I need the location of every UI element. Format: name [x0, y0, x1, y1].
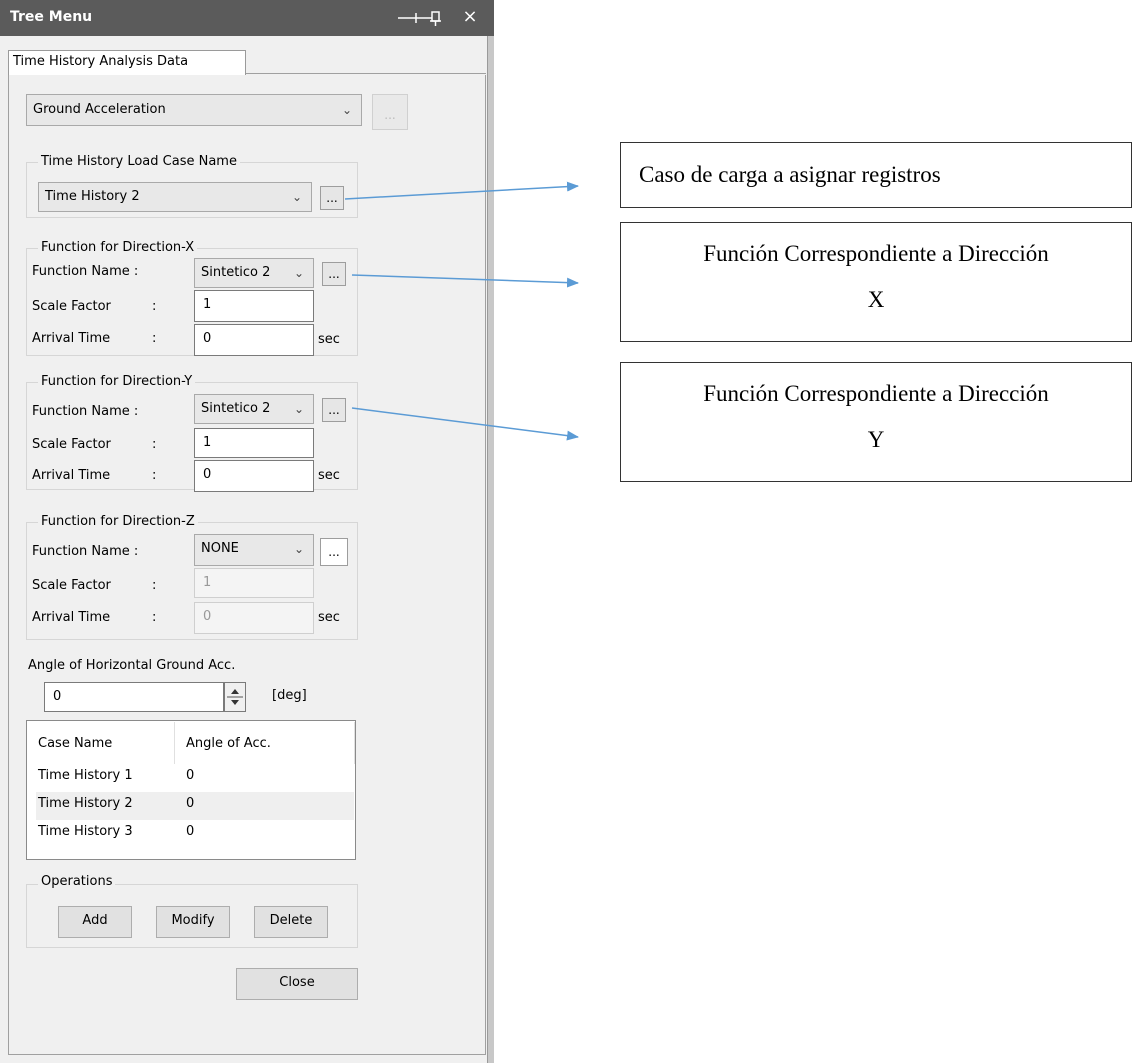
- load-case-annotation-text: Caso de carga a asignar registros: [639, 162, 941, 187]
- direction-y-annotation: Función Correspondiente a Dirección Y: [620, 362, 1132, 482]
- y-annotation-line2: Y: [867, 427, 885, 452]
- direction-x-annotation: Función Correspondiente a Dirección X: [620, 222, 1132, 342]
- y-annotation-line1: Función Correspondiente a Dirección: [703, 381, 1049, 406]
- load-case-annotation: Caso de carga a asignar registros: [620, 142, 1132, 208]
- arrow-load-case: [344, 181, 579, 200]
- arrow-direction-x: [351, 274, 579, 288]
- arrow-direction-y: [351, 407, 579, 441]
- x-annotation-line1: Función Correspondiente a Dirección: [703, 241, 1049, 266]
- x-annotation-line2: X: [867, 287, 885, 312]
